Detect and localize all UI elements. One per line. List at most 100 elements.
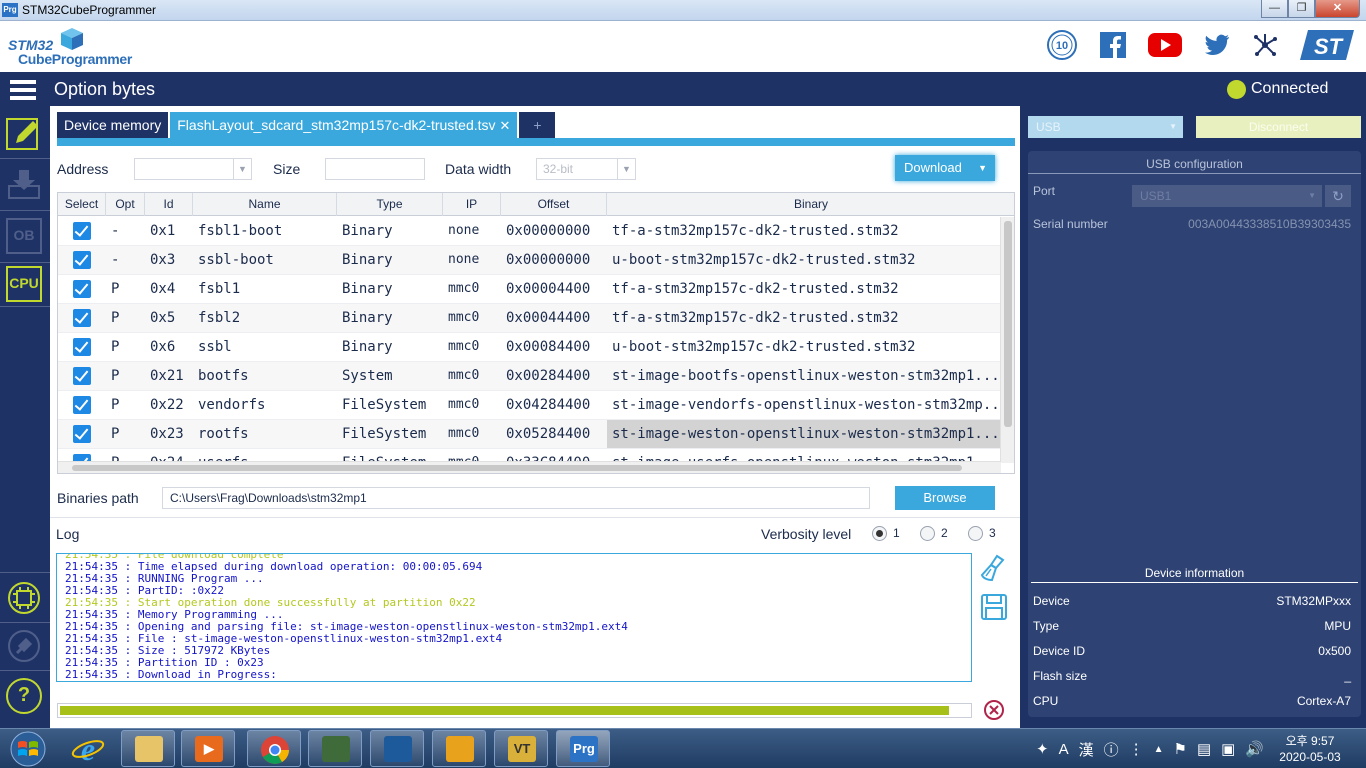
app-header: STM32 CubeProgrammer 10 ST bbox=[0, 21, 1366, 72]
download-icon[interactable] bbox=[6, 166, 42, 202]
interface-select[interactable]: USB ▼ bbox=[1028, 116, 1183, 138]
twitter-icon[interactable] bbox=[1204, 34, 1230, 59]
size-input[interactable] bbox=[325, 158, 425, 180]
taskbar-clock[interactable]: 오후 9:57 2020-05-03 bbox=[1268, 733, 1352, 765]
language-icon[interactable]: ✦ bbox=[1036, 740, 1049, 758]
cell-select bbox=[58, 275, 106, 303]
table-row[interactable]: P 0x23 rootfs FileSystem mmc0 0x05284400 st-im… bbox=[58, 420, 1001, 449]
close-window-button[interactable]: ✕ bbox=[1315, 0, 1360, 18]
row-checkbox[interactable] bbox=[73, 396, 91, 414]
port-select[interactable]: USB1 ▼ bbox=[1132, 185, 1322, 207]
network-manager-icon[interactable] bbox=[308, 730, 362, 767]
cpu-icon[interactable]: CPU bbox=[6, 266, 42, 302]
ob-icon[interactable]: OB bbox=[6, 218, 42, 254]
64bit-tool-icon[interactable] bbox=[432, 730, 486, 767]
chrome-icon[interactable] bbox=[247, 730, 301, 767]
save-log-icon[interactable] bbox=[981, 594, 1007, 623]
youtube-icon[interactable] bbox=[1148, 32, 1182, 61]
address-input[interactable]: ▼ bbox=[134, 158, 252, 180]
edit-icon[interactable] bbox=[6, 116, 42, 152]
table-horizontal-scrollbar[interactable] bbox=[58, 461, 1001, 473]
column-header-opt[interactable]: Opt bbox=[106, 193, 145, 216]
add-tab-button[interactable]: + bbox=[519, 112, 556, 138]
cell-id: 0x23 bbox=[150, 426, 184, 442]
row-checkbox[interactable] bbox=[73, 280, 91, 298]
cell-binary: st-image-vendorfs-openstlinux-weston-stm… bbox=[612, 397, 1001, 413]
plug-icon[interactable] bbox=[6, 628, 42, 664]
tab-flashlayout[interactable]: FlashLayout_sdcard_stm32mp157c-dk2-trust… bbox=[170, 112, 518, 138]
virtualbox-icon[interactable] bbox=[370, 730, 424, 767]
vt-icon[interactable]: VT bbox=[494, 730, 548, 767]
app-logo: STM32 CubeProgrammer bbox=[8, 25, 138, 69]
table-row[interactable]: - 0x1 fsbl1-boot Binary none 0x00000000 tf-a-s… bbox=[58, 217, 1001, 246]
column-header-offset[interactable]: Offset bbox=[501, 193, 607, 216]
anniversary-badge-icon[interactable]: 10 bbox=[1046, 29, 1078, 64]
clear-log-icon[interactable] bbox=[980, 554, 1005, 585]
table-row[interactable]: P 0x6 ssbl Binary mmc0 0x00084400 u-boot-stm32… bbox=[58, 333, 1001, 362]
cell-offset: 0x00044400 bbox=[506, 310, 591, 326]
column-header-name[interactable]: Name bbox=[193, 193, 337, 216]
help-icon[interactable]: ? bbox=[6, 678, 42, 714]
table-row[interactable]: P 0x21 bootfs System mmc0 0x00284400 st-image-… bbox=[58, 362, 1001, 391]
volume-icon[interactable]: 🔊 bbox=[1245, 740, 1264, 758]
cancel-download-icon[interactable] bbox=[983, 699, 1005, 724]
cell-name: ssbl bbox=[198, 339, 232, 355]
download-button[interactable]: Download ▼ bbox=[895, 155, 995, 181]
data-width-select[interactable]: 32-bit ▼ bbox=[536, 158, 636, 180]
verbosity-radio-1[interactable] bbox=[872, 526, 887, 541]
start-button[interactable] bbox=[3, 730, 53, 768]
column-header-type[interactable]: Type bbox=[337, 193, 443, 216]
st-logo-icon[interactable]: ST bbox=[1300, 30, 1354, 63]
cell-opt: - bbox=[111, 223, 120, 239]
log-console[interactable]: 21:54:35 : File download complete 21:54:3… bbox=[56, 553, 972, 682]
column-header-id[interactable]: Id bbox=[145, 193, 193, 216]
internet-explorer-icon[interactable]: e bbox=[70, 731, 106, 768]
column-header-binary[interactable]: Binary bbox=[607, 193, 1014, 216]
minimize-button[interactable]: — bbox=[1261, 0, 1288, 18]
table-vertical-scrollbar[interactable] bbox=[1000, 217, 1014, 463]
binaries-path-input[interactable]: C:\Users\Frag\Downloads\stm32mp1 bbox=[162, 487, 870, 509]
signal-icon[interactable]: ▤ bbox=[1197, 740, 1211, 758]
data-width-label: Data width bbox=[445, 161, 512, 177]
action-center-icon[interactable]: ⚑ bbox=[1174, 740, 1187, 758]
table-row[interactable]: P 0x22 vendorfs FileSystem mmc0 0x04284400 st-… bbox=[58, 391, 1001, 420]
media-player-icon[interactable]: ▶ bbox=[181, 730, 235, 767]
row-checkbox[interactable] bbox=[73, 309, 91, 327]
row-checkbox[interactable] bbox=[73, 222, 91, 240]
show-hidden-icons-icon[interactable]: ▲ bbox=[1154, 744, 1164, 755]
verbosity-radio-2[interactable] bbox=[920, 526, 935, 541]
ime-hanja-icon[interactable]: 漢 bbox=[1079, 739, 1094, 760]
disconnect-button[interactable]: Disconnect bbox=[1196, 116, 1361, 138]
row-checkbox[interactable] bbox=[73, 338, 91, 356]
refresh-icon[interactable]: ↻ bbox=[1325, 185, 1351, 207]
row-checkbox[interactable] bbox=[73, 425, 91, 443]
column-header-ip[interactable]: IP bbox=[443, 193, 501, 216]
table-row[interactable]: - 0x3 ssbl-boot Binary none 0x00000000 u-boot-… bbox=[58, 246, 1001, 275]
row-checkbox[interactable] bbox=[73, 251, 91, 269]
row-checkbox[interactable] bbox=[73, 367, 91, 385]
network-icon[interactable] bbox=[1252, 32, 1278, 61]
windows-taskbar: e ▶ VT Prg ✦ A 漢 ⓘ ⋮ ▲ ⚑ ▤ ▣ 🔊 오후 9:57 2… bbox=[0, 728, 1366, 768]
prg-icon[interactable]: Prg bbox=[556, 730, 610, 767]
table-header: Select Opt Id Name Type IP Offset Binary bbox=[58, 193, 1014, 216]
ime-a-icon[interactable]: A bbox=[1059, 741, 1069, 758]
device-info-value: Cortex-A7 bbox=[1296, 694, 1351, 708]
cell-offset: 0x00084400 bbox=[506, 339, 591, 355]
ime-help-icon[interactable]: ⓘ bbox=[1104, 739, 1119, 760]
browse-button[interactable]: Browse bbox=[895, 486, 995, 510]
table-row[interactable]: P 0x5 fsbl2 Binary mmc0 0x00044400 tf-a-stm32m… bbox=[58, 304, 1001, 333]
verbosity-level-2: 2 bbox=[941, 526, 948, 540]
tab-device-memory[interactable]: Device memory bbox=[57, 112, 169, 138]
facebook-icon[interactable] bbox=[1100, 32, 1126, 61]
hamburger-menu-icon[interactable] bbox=[10, 80, 36, 100]
verbosity-radio-3[interactable] bbox=[968, 526, 983, 541]
file-explorer-icon[interactable] bbox=[121, 730, 175, 767]
tab-close-icon[interactable]: ✕ bbox=[500, 118, 511, 133]
maximize-button[interactable]: ❐ bbox=[1288, 0, 1315, 18]
chip-icon[interactable] bbox=[6, 580, 42, 616]
table-row[interactable]: P 0x4 fsbl1 Binary mmc0 0x00004400 tf-a-stm32m… bbox=[58, 275, 1001, 304]
ime-settings-icon[interactable]: ⋮ bbox=[1129, 740, 1144, 758]
cell-binary: u-boot-stm32mp157c-dk2-trusted.stm32 bbox=[612, 339, 916, 355]
column-header-select[interactable]: Select bbox=[58, 193, 106, 216]
network-tray-icon[interactable]: ▣ bbox=[1221, 740, 1235, 758]
